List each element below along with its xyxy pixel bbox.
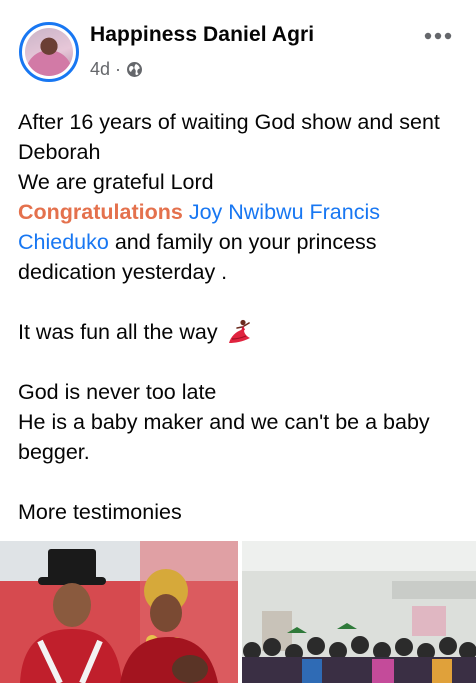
body-line-5: More testimonies (18, 500, 182, 524)
more-options-icon (424, 27, 452, 45)
body-line-1: After 16 years of waiting God show and s… (18, 110, 440, 164)
dancer-icon (226, 318, 254, 346)
more-options-button[interactable] (418, 22, 458, 50)
body-line-2: We are grateful Lord (18, 170, 214, 194)
fun-line: It was fun all the way (18, 317, 463, 347)
meta-separator: · (115, 58, 122, 79)
post-meta: 4d · (90, 58, 143, 80)
globe-icon[interactable] (126, 61, 143, 78)
congrats-paragraph: Congratulations Joy Nwibwu Francis Chied… (18, 197, 463, 287)
avatar-image (25, 28, 73, 76)
photo-grid (0, 541, 476, 683)
post-time[interactable]: 4d (90, 59, 110, 80)
post-header: Happiness Daniel Agri 4d · (0, 0, 476, 95)
facebook-post: Happiness Daniel Agri 4d · After 16 year… (0, 0, 476, 683)
avatar[interactable] (19, 22, 79, 82)
body-line-4: He is a baby maker and we can't be a bab… (18, 410, 430, 464)
photo-couple[interactable] (0, 541, 238, 683)
author-name[interactable]: Happiness Daniel Agri (90, 23, 314, 47)
post-body: After 16 years of waiting God show and s… (18, 107, 463, 527)
body-line-3: God is never too late (18, 380, 217, 404)
photo-congregation[interactable] (242, 541, 476, 683)
congratulations-text: Congratulations (18, 200, 183, 224)
